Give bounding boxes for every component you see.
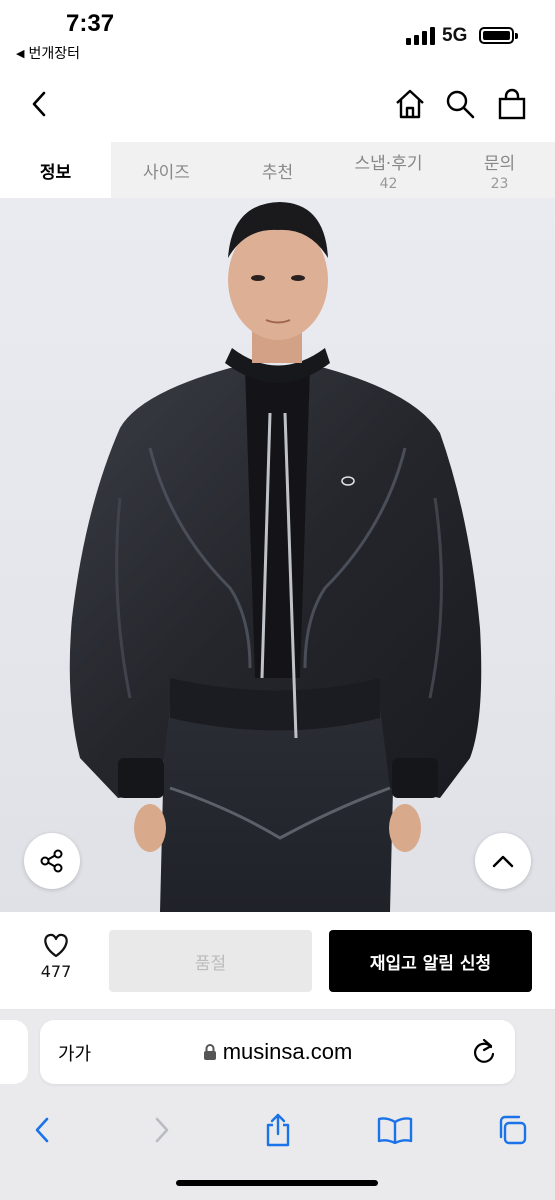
cart-button[interactable] [492, 84, 532, 124]
tab-label: 정보 [39, 162, 72, 183]
back-button[interactable] [20, 84, 60, 124]
tab-size[interactable]: 사이즈 [111, 142, 222, 198]
browser-tabs-button[interactable] [492, 1110, 532, 1150]
back-app-label: 번개장터 [28, 46, 80, 62]
like-count: 477 [40, 962, 72, 981]
forward-icon [155, 1117, 169, 1143]
lock-icon [203, 1044, 216, 1060]
home-indicator [176, 1180, 378, 1186]
tab-label: 문의 [483, 153, 516, 174]
browser-toolbar: 가가 musinsa.com [0, 1010, 555, 1200]
soldout-button: 품절 [109, 930, 312, 992]
browser-forward-button[interactable] [142, 1110, 182, 1150]
scroll-top-button[interactable] [475, 833, 531, 889]
browser-nav-row [0, 1100, 555, 1160]
tab-info[interactable]: 정보 [0, 142, 111, 198]
tab-label: 스냅·후기 [354, 153, 423, 174]
back-icon [35, 1117, 49, 1143]
tab-label: 추천 [261, 162, 294, 183]
share-icon [266, 1113, 290, 1147]
back-to-app-link[interactable]: ◀ 번개장터 [16, 43, 80, 63]
chevron-left-icon [32, 91, 46, 117]
product-tabs: 정보 사이즈 추천 스냅·후기 42 문의 23 [0, 142, 555, 198]
tab-reviews[interactable]: 스냅·후기 42 [333, 142, 444, 198]
tab-inquiry[interactable]: 문의 23 [444, 142, 555, 198]
search-icon [446, 90, 475, 119]
status-bar: 7:37 ◀ 번개장터 5G [0, 0, 555, 68]
share-icon [40, 849, 63, 873]
previous-tab-card[interactable] [0, 1020, 28, 1084]
tabs-icon [499, 1115, 527, 1145]
tab-count: 42 [379, 175, 398, 192]
network-type: 5G [442, 25, 468, 46]
like-button[interactable]: 477 [22, 932, 90, 981]
model-in-bomber-jacket-image [69, 202, 482, 912]
address-bar[interactable]: 가가 musinsa.com [40, 1020, 515, 1084]
search-button[interactable] [440, 84, 480, 124]
shopping-bag-icon [498, 88, 526, 120]
tab-recommend[interactable]: 추천 [222, 142, 333, 198]
url-display[interactable]: musinsa.com [40, 1039, 515, 1065]
purchase-action-bar: 477 품절 재입고 알림 신청 [0, 912, 555, 1010]
heart-icon [44, 933, 68, 958]
reload-button[interactable] [471, 1038, 497, 1070]
tab-count: 23 [490, 175, 509, 192]
reload-icon [473, 1038, 495, 1063]
browser-bookmarks-button[interactable] [375, 1110, 415, 1150]
tab-label: 사이즈 [143, 162, 190, 183]
browser-share-button[interactable] [258, 1110, 298, 1150]
domain-text: musinsa.com [222, 1039, 353, 1064]
clock: 7:37 [66, 10, 115, 37]
home-icon [396, 89, 424, 119]
app-header [0, 68, 555, 142]
back-triangle-icon: ◀ [16, 46, 25, 60]
product-image[interactable] [0, 198, 555, 912]
share-button[interactable] [24, 833, 80, 889]
signal-icon [406, 27, 435, 45]
home-button[interactable] [390, 84, 430, 124]
chevron-up-icon [492, 855, 514, 868]
battery-icon [479, 27, 518, 44]
restock-notify-button[interactable]: 재입고 알림 신청 [329, 930, 532, 992]
bookmarks-icon [377, 1117, 413, 1144]
browser-back-button[interactable] [22, 1110, 62, 1150]
